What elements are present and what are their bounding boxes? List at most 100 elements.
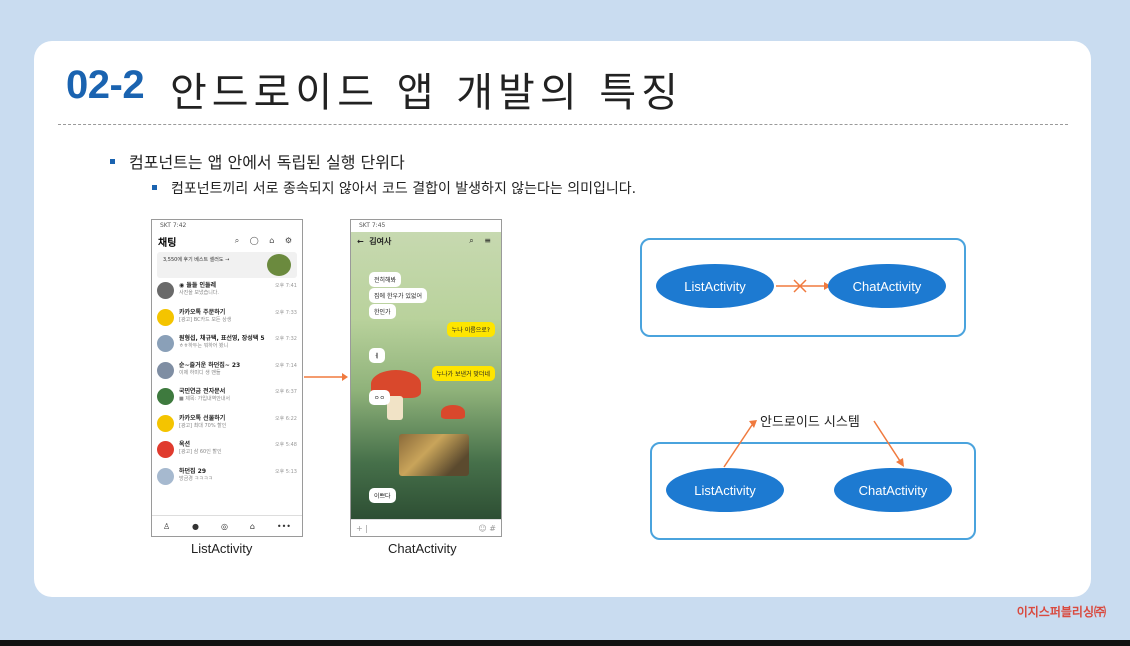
avatar xyxy=(157,282,174,299)
status-bar: SKT 7:42 xyxy=(160,222,187,229)
bottom-strip xyxy=(0,640,1130,646)
chat-room-title: 김여사 xyxy=(369,236,392,246)
list-activity-node: ListActivity xyxy=(656,264,774,308)
chat-item-time: 오후 6:22 xyxy=(274,415,297,422)
chat-item-text: 카카오톡 주문하기 [광고] BC카드 모든 상생 xyxy=(179,309,231,324)
avatar xyxy=(157,361,174,379)
chat-list-item[interactable]: 국민연금 전자문서 ■ 제목: 가입내역안내서 오후 6:37 xyxy=(152,388,302,415)
chat-list-item[interactable]: 원형섭, 채규택, 표선영, 장성택 5 ㅎㅎ하두는 뭐하어 봤니 오후 7:32 xyxy=(152,335,302,362)
blocked-arrow xyxy=(776,279,831,293)
list-activity-screenshot: SKT 7:42 채팅 ⌕ ◯ ⌂ ⚙ 3,550에 후기 베스트 셀러도 → … xyxy=(151,219,303,537)
back-arrow-icon: ← xyxy=(357,236,370,246)
ad-banner-text: 3,550에 후기 베스트 셀러도 → xyxy=(163,257,230,263)
list-activity-node: ListActivity xyxy=(666,468,784,512)
chat-item-text: ◉ 들들 인들레 사진을 보냈습니다. xyxy=(179,282,219,297)
plus-icon: + | xyxy=(356,523,368,533)
received-message-bubble: 이쁘다 xyxy=(369,488,396,503)
chat-list-title: 채팅 xyxy=(158,237,177,249)
chat-activity-screenshot: SKT 7:45 ← 김여사 ⌕ ≡ 전히해봐 집에 한우가 있없어 한인가 누나 이… xyxy=(350,219,502,537)
header-icons: ⌕ ◯ ⌂ ⚙ xyxy=(234,236,296,245)
chat-item-text: 옥션 [광고] 삼 60인 할인 xyxy=(179,441,222,456)
chat-item-time: 오후 7:32 xyxy=(274,336,297,342)
chat-item-time: 오후 5:48 xyxy=(274,442,297,448)
received-message-bubble: 집에 한우가 있없어 xyxy=(369,288,427,303)
chat-activity-node: ChatActivity xyxy=(834,468,952,512)
status-bar: SKT 7:45 xyxy=(359,222,386,229)
chat-item-name: 카카오톡 주문하기 xyxy=(179,308,226,316)
avatar xyxy=(157,467,174,485)
mushroom-illustration xyxy=(441,405,465,419)
publisher-logo: 이지스퍼블리싱㈜ xyxy=(1016,605,1106,619)
chat-item-name: 옥션 xyxy=(179,441,191,448)
system-arrows xyxy=(723,420,904,468)
section-number: 02-2 xyxy=(66,63,145,107)
chat-list-item[interactable]: ◉ 들들 인들레 사진을 보냈습니다. 오후 7:41 xyxy=(152,282,302,309)
chat-item-name: 하던집 29 xyxy=(179,467,206,475)
chat-item-time: 오후 7:14 xyxy=(274,362,297,369)
chat-bubble-icon: ● xyxy=(192,521,200,531)
received-message-bubble: ㅇㅇ xyxy=(369,390,391,405)
bullet-1-text: 컴포넌트는 앱 안에서 독립된 실행 단위다 xyxy=(129,153,405,172)
chat-item-time: 오후 6:37 xyxy=(274,389,297,395)
chat-list-item[interactable]: 하던집 29 방금경 ㅋㅋㅋㅋ 오후 5:13 xyxy=(152,467,302,495)
list-activity-caption: ListActivity xyxy=(191,541,253,556)
bottom-nav: ♙ ● ◎ ⌂ ••• xyxy=(152,515,302,536)
ad-banner: 3,550에 후기 베스트 셀러도 → xyxy=(157,252,297,278)
chat-list-item[interactable]: 옥션 [광고] 삼 60인 할인 오후 5:48 xyxy=(152,441,302,468)
banner-thumbnail xyxy=(267,254,291,276)
title-divider xyxy=(58,124,1068,125)
chat-list-item[interactable]: 순~즐거운 하던집~ 23 이제 하미디 생 맨들 오후 7:14 xyxy=(152,361,302,389)
avatar xyxy=(157,441,174,458)
chat-item-preview: ■ 제목: 가입내역안내서 xyxy=(179,396,230,402)
person-icon: ♙ xyxy=(162,521,171,531)
chat-item-preview: ㅎㅎ하두는 뭐하어 봤니 xyxy=(179,343,229,349)
chat-list-item[interactable]: 카카오톡 주문하기 [광고] BC카드 모든 상생 오후 7:33 xyxy=(152,308,302,336)
avatar xyxy=(157,414,174,432)
chat-item-preview: [광고] 최대 70% 할인 xyxy=(179,422,227,429)
chat-item-time: 오후 7:33 xyxy=(274,309,297,316)
chat-item-preview: [광고] 삼 60인 할인 xyxy=(179,449,222,455)
received-message-bubble: 전히해봐 xyxy=(369,272,402,287)
chat-activity-caption: ChatActivity xyxy=(388,541,457,556)
avatar xyxy=(157,335,174,352)
slide-title: 안드로이드 앱 개발의 특징 xyxy=(170,70,683,116)
chat-item-preview: 방금경 ㅋㅋㅋㅋ xyxy=(179,475,213,482)
chat-item-name: 카카오톡 선물하기 xyxy=(179,414,226,422)
bullet-level-2: 컴포넌트끼리 서로 종속되지 않아서 코드 결합이 발생하지 않는다는 의미입니… xyxy=(152,178,636,198)
message-input-bar: + | ☺ # xyxy=(351,519,501,536)
chat-item-name: 국민연금 전자문서 xyxy=(179,388,226,395)
chat-item-name: 원형섭, 채규택, 표선영, 장성택 5 xyxy=(179,335,265,342)
chat-item-preview: [광고] BC카드 모든 상생 xyxy=(179,316,232,323)
bullet-2-text: 컴포넌트끼리 서로 종속되지 않아서 코드 결합이 발생하지 않는다는 의미입니… xyxy=(171,181,637,197)
chat-list-item[interactable]: 카카오톡 선물하기 [광고] 최대 70% 할인 오후 6:22 xyxy=(152,414,302,442)
chat-item-text: 카카오톡 선물하기 [광고] 최대 70% 할인 xyxy=(179,415,226,430)
chat-activity-node: ChatActivity xyxy=(828,264,946,308)
chat-item-time: 오후 5:13 xyxy=(274,468,297,475)
chat-item-text: 하던집 29 방금경 ㅋㅋㅋㅋ xyxy=(179,468,213,483)
shared-photo xyxy=(399,434,469,476)
chat-room-header: ← 김여사 ⌕ ≡ xyxy=(351,232,501,250)
header-icons: ⌕ ≡ xyxy=(469,236,495,245)
emoji-icon: ☺ # xyxy=(478,523,496,533)
avatar xyxy=(157,388,174,405)
bullet-square-icon xyxy=(110,159,115,164)
chat-item-text: 국민연금 전자문서 ■ 제목: 가입내역안내서 xyxy=(179,388,230,403)
chat-list-header: 채팅 ⌕ ◯ ⌂ ⚙ xyxy=(152,232,302,250)
slide-card: 02-2 안드로이드 앱 개발의 특징 컴포넌트는 앱 안에서 독립된 실행 단… xyxy=(34,41,1091,597)
more-icon: ••• xyxy=(276,521,292,531)
chat-item-text: 원형섭, 채규택, 표선영, 장성택 5 ㅎㅎ하두는 뭐하어 봤니 xyxy=(179,335,265,350)
direct-coupling-box: ListActivity ChatActivity xyxy=(640,238,966,337)
shopping-icon: ⌂ xyxy=(249,521,255,531)
chat-list: ◉ 들들 인들레 사진을 보냈습니다. 오후 7:41 카카오톡 주문하기 [광고] B… xyxy=(152,282,302,494)
chat-item-preview: 사진을 보냈습니다. xyxy=(179,290,219,296)
chat-item-name: ◉ 들들 인들레 xyxy=(179,282,217,289)
bullet-square-icon xyxy=(152,184,157,190)
chat-item-text: 순~즐거운 하던집~ 23 이제 하미디 생 맨들 xyxy=(179,362,240,377)
sent-message-bubble: 누나가 보낸거 맞더네 xyxy=(431,366,495,381)
bullet-level-1: 컴포넌트는 앱 안에서 독립된 실행 단위다 xyxy=(110,149,405,173)
avatar xyxy=(157,308,174,326)
received-message-bubble: ㅔ xyxy=(369,348,385,363)
chat-item-preview: 이제 하미디 생 맨들 xyxy=(179,369,221,376)
received-message-bubble: 한인가 xyxy=(369,304,396,319)
openchat-icon: ◎ xyxy=(220,521,228,531)
